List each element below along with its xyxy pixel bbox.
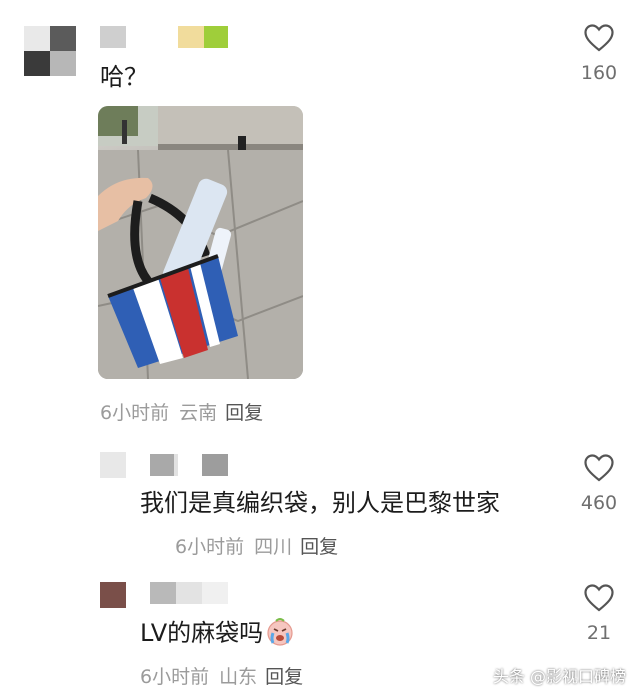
like-button[interactable]: 21 <box>569 584 629 644</box>
watermark: 头条 @影视口碑榜 <box>492 667 626 686</box>
avatar[interactable] <box>24 26 76 76</box>
comment-location: 山东 <box>219 666 258 688</box>
comment-time: 6小时前 <box>175 536 245 558</box>
like-count: 460 <box>580 492 618 514</box>
comment-meta: 6小时前 四川 回复 <box>175 532 338 559</box>
like-count: 21 <box>586 622 612 644</box>
reply-button[interactable]: 回复 <box>225 402 263 424</box>
avatar[interactable] <box>100 582 126 608</box>
username[interactable] <box>150 582 230 606</box>
comment-image[interactable] <box>98 106 303 379</box>
heart-outline-icon <box>584 454 614 482</box>
bag-photo-illustration <box>98 106 303 379</box>
comment-text: LV的麻袋吗 <box>140 616 295 650</box>
comment-text: 哈？ <box>100 63 148 91</box>
like-count: 160 <box>580 62 618 84</box>
username[interactable] <box>150 454 230 476</box>
comment-location: 四川 <box>254 536 293 558</box>
comment-location: 云南 <box>179 402 218 424</box>
comment-time: 6小时前 <box>100 402 170 424</box>
like-button[interactable]: 460 <box>569 454 629 514</box>
comment-text-content: LV的麻袋吗 <box>140 619 264 647</box>
username[interactable] <box>100 26 230 50</box>
comment-time: 6小时前 <box>140 666 210 688</box>
heart-outline-icon <box>584 24 614 52</box>
reply-button[interactable]: 回复 <box>265 666 303 688</box>
comment-meta: 6小时前 山东 回复 <box>140 662 303 689</box>
heart-outline-icon <box>584 584 614 612</box>
crying-face-emoji <box>267 618 293 646</box>
reply-button[interactable]: 回复 <box>300 536 338 558</box>
comment-text: 我们是真编织袋，别人是巴黎世家 <box>140 489 500 517</box>
avatar[interactable] <box>100 452 126 478</box>
comment-meta: 6小时前 云南 回复 <box>100 398 263 425</box>
like-button[interactable]: 160 <box>569 24 629 84</box>
